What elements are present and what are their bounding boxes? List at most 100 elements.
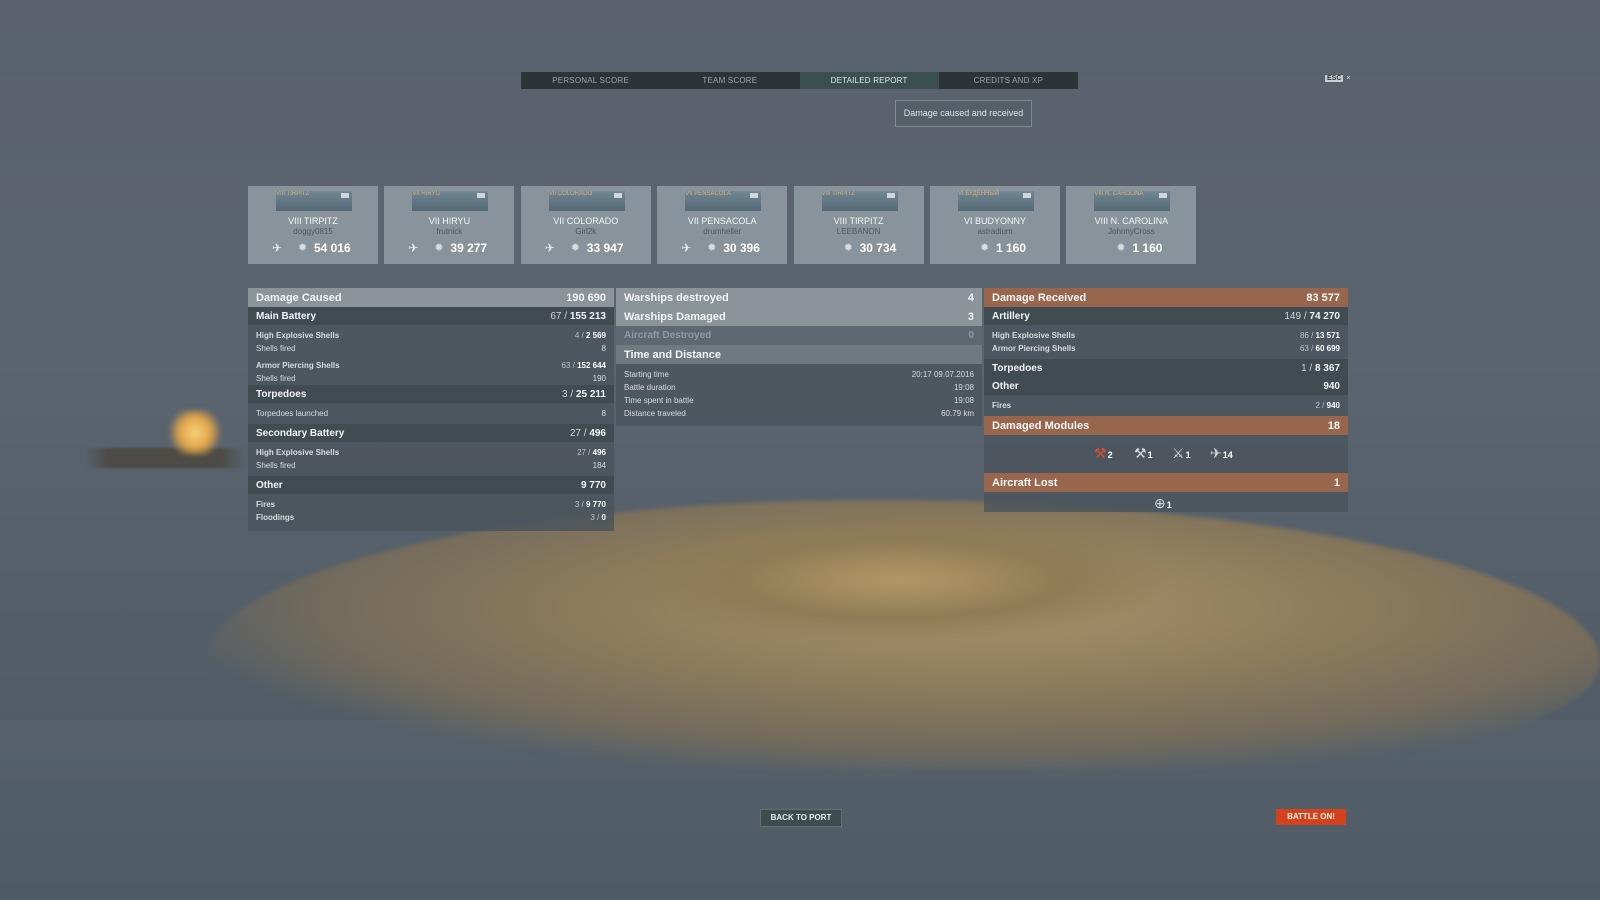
damage-received-value: 83 577 [1306, 291, 1340, 304]
other-caused-label: Other [256, 479, 283, 491]
close-control[interactable]: ESC × [1325, 75, 1351, 82]
esc-key-label: ESC [1325, 75, 1344, 82]
tab-detailed-report[interactable]: DETAILED REPORT [799, 72, 939, 89]
ship-thumbnail-name: VIII N. CAROLINA [1094, 191, 1144, 197]
secondary-fired-label: Shells fired [256, 461, 296, 470]
ship-card[interactable]: VII PENSACOLA VII PENSACOLA drumheller ✈ ✹ 30… [657, 186, 788, 264]
floodings-hits: 3 / [590, 513, 600, 522]
secondary-battery-hits: 27 / [569, 427, 587, 439]
distance-label: Distance traveled [624, 409, 686, 418]
aircraft-lost-value: 1 [1333, 476, 1340, 489]
main-gun-icon: ⚒2 [1094, 445, 1113, 461]
aircraft-destroyed-label: Aircraft Destroyed [624, 330, 712, 341]
damage-icon: ✹ [434, 242, 444, 254]
player-name: JohnnyCross [1108, 227, 1155, 236]
damage-icon: ✹ [298, 242, 308, 254]
player-name: drumheller [703, 227, 742, 236]
ship-thumbnail: VIII TIRPITZ [276, 191, 352, 211]
torpedoes-label: Torpedoes [256, 388, 307, 400]
ap-fired-row: Shells fired 190 [248, 372, 614, 385]
flag-icon [341, 193, 349, 198]
damage-caused-header: Damage Caused 190 690 [248, 288, 614, 307]
received-other-value: 940 [1323, 380, 1340, 392]
aircraft-lost-header: Aircraft Lost 1 [984, 473, 1348, 492]
warships-destroyed-value: 4 [967, 291, 974, 304]
received-fires-value: 940 [1326, 401, 1340, 410]
ap-shells-hits: 63 / [561, 361, 575, 370]
flag-icon [477, 193, 486, 198]
ship-thumbnail: VII HIRYU [412, 191, 489, 211]
aa-gun-icon: ⚔1 [1172, 445, 1191, 461]
ap-shells-row: Armor Piercing Shells 63 / 152 644 [248, 359, 614, 372]
main-battery-value: 155 213 [569, 310, 606, 322]
damage-received-header: Damage Received 83 577 [984, 288, 1348, 307]
he-fired-label: Shells fired [256, 344, 296, 353]
battle-on-button[interactable]: BATTLE ON! [1276, 809, 1346, 825]
he-shells-value: 2 569 [585, 331, 606, 340]
received-ap-value: 60 699 [1315, 344, 1340, 353]
torpedoes-value: 25 211 [575, 388, 606, 400]
tab-team-score[interactable]: TEAM SCORE [660, 72, 799, 89]
ship-card[interactable]: VII COLORADO VII COLORADO Girl2k ✈ ✹ 33 947 [520, 186, 651, 264]
he-fired-row: Shells fired 8 [248, 342, 614, 355]
damage-value: 33 947 [586, 241, 624, 255]
ship-card[interactable]: VIII N. CAROLINA VIII N. CAROLINA JohnnyCr… [1066, 186, 1197, 264]
damaged-modules-label: Damaged Modules [992, 419, 1090, 432]
damage-caused-value: 190 690 [566, 291, 606, 304]
report-tabs: PERSONAL SCORE TEAM SCORE DETAILED REPOR… [521, 72, 1078, 89]
close-icon[interactable]: × [1346, 75, 1350, 82]
secondary-fired-value: 184 [592, 461, 606, 470]
starting-time-label: Starting time [624, 370, 669, 379]
ship-thumbnail-name: VII COLORADO [548, 191, 593, 197]
aircraft-destroyed-row: Aircraft Destroyed 0 [616, 326, 982, 345]
ship-name: VIII TIRPITZ [833, 216, 884, 226]
back-to-port-button[interactable]: BACK TO PORT [760, 809, 842, 827]
received-torpedoes-value: 8 367 [1314, 362, 1340, 374]
damage-value: 54 016 [314, 241, 351, 255]
he-shells-label: High Explosive Shells [256, 331, 340, 340]
player-name: LEEBANON [836, 227, 881, 236]
received-fires-row: Fires 2 / 940 [984, 399, 1348, 412]
received-ap-label: Armor Piercing Shells [992, 344, 1076, 353]
aircraft-icon: ✈ [272, 241, 283, 255]
secondary-he-row: High Explosive Shells 27 / 496 [248, 446, 614, 459]
player-name: doggy0815 [293, 227, 333, 236]
time-spent-value: 19:08 [953, 396, 974, 405]
received-torpedoes-row: Torpedoes 1 / 8 367 [984, 359, 1348, 377]
time-spent-label: Time spent in battle [624, 396, 694, 405]
player-name: Girl2k [575, 227, 597, 236]
aircraft-lost-label: Aircraft Lost [992, 476, 1058, 489]
ship-card[interactable]: VI БУДЕННЫЙ VI BUDYONNY astradium ✹ 1 160 [930, 186, 1060, 264]
ap-shells-label: Armor Piercing Shells [256, 361, 340, 370]
tab-credits-and-xp[interactable]: CREDITS AND XP [939, 72, 1078, 89]
main-battery-hits: 67 / [550, 310, 568, 322]
damage-icon: ✹ [980, 242, 990, 254]
secondary-battery-row: Secondary Battery 27 / 496 [248, 424, 614, 442]
fires-caused-label: Fires [256, 500, 276, 509]
ship-thumbnail-name: VI БУДЕННЫЙ [958, 191, 1000, 197]
torpedo-tube-icon: ✈14 [1210, 445, 1233, 461]
ship-card[interactable]: VIII TIRPITZ VIII TIRPITZ LEEBANON ✹ 30 734 [793, 186, 924, 264]
artillery-label: Artillery [992, 310, 1030, 322]
player-name: astradium [977, 227, 1013, 236]
warships-damaged-value: 3 [967, 310, 974, 323]
torpedoes-row: Torpedoes 3 / 25 211 [248, 385, 614, 403]
damage-caused-panel: Damage Caused 190 690 Main Battery 67 / … [248, 288, 614, 531]
ship-card[interactable]: VII HIRYU VII HIRYU frutnick ✈ ✹ 39 277 [384, 186, 515, 264]
aircraft-icon: ✈ [681, 241, 692, 255]
ship-thumbnail: VII PENSACOLA [685, 191, 762, 211]
he-shells-row: High Explosive Shells 4 / 2 569 [248, 329, 614, 342]
damaged-modules-value: 18 [1327, 419, 1340, 432]
flag-icon [750, 193, 759, 198]
main-battery-row: Main Battery 67 / 155 213 [248, 307, 614, 325]
ship-thumbnail: VIII N. CAROLINA [1094, 191, 1171, 211]
received-he-hits: 86 / [1299, 331, 1314, 340]
ship-card[interactable]: VIII TIRPITZ VIII TIRPITZ doggy0815 ✈ ✹ 54 01… [248, 186, 378, 264]
damage-received-panel: Damage Received 83 577 Artillery 149 / 7… [984, 288, 1348, 512]
ship-thumbnail-name: VII PENSACOLA [685, 191, 731, 197]
torpedoes-launched-value: 8 [601, 409, 606, 418]
secondary-fired-row: Shells fired 184 [248, 459, 614, 472]
tab-personal-score[interactable]: PERSONAL SCORE [521, 72, 660, 89]
ship-thumbnail: VII COLORADO [548, 191, 625, 211]
received-other-row: Other 940 [984, 377, 1348, 395]
